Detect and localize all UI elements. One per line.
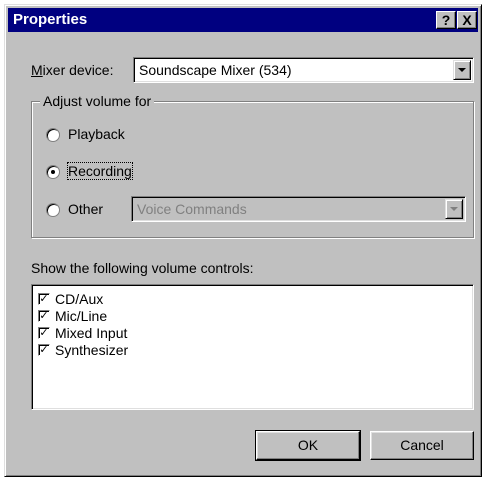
list-item-label: CD/Aux (55, 291, 104, 307)
radio-recording-indicator[interactable] (46, 165, 60, 179)
radio-recording[interactable]: Recording (46, 162, 166, 182)
chevron-down-icon (458, 68, 466, 72)
chevron-down-icon (450, 207, 458, 211)
cancel-button[interactable]: Cancel (370, 431, 474, 460)
radio-recording-label[interactable]: Recording (67, 162, 133, 180)
volume-controls-list[interactable]: ✓ CD/Aux ✓ Mic/Line ✓ Mixed Input ✓ Synt… (31, 284, 474, 410)
mixer-device-label: Mixer device: (31, 62, 113, 78)
other-device-value: Voice Commands (137, 201, 247, 217)
radio-playback-indicator[interactable] (46, 128, 60, 142)
other-device-select[interactable]: Voice Commands (131, 196, 466, 222)
list-item-label: Mic/Line (55, 308, 108, 324)
mixer-device-select[interactable]: Soundscape Mixer (534) (133, 57, 474, 83)
help-icon: ? (441, 12, 451, 28)
checkmark-icon[interactable]: ✓ (38, 327, 50, 339)
list-item-label: Mixed Input (55, 325, 128, 341)
mixer-device-accelerator: M (31, 62, 43, 78)
list-item-label: Synthesizer (55, 342, 129, 358)
radio-other[interactable]: Other (46, 201, 126, 220)
radio-other-indicator[interactable] (46, 203, 60, 217)
volume-controls-label: Show the following volume controls: (31, 260, 254, 276)
other-device-dropdown-button[interactable] (445, 199, 463, 219)
mixer-device-value: Soundscape Mixer (534) (139, 62, 292, 78)
adjust-volume-legend: Adjust volume for (40, 93, 155, 109)
mixer-device-dropdown-button[interactable] (453, 60, 471, 80)
window-title: Properties (13, 11, 88, 28)
checkmark-icon[interactable]: ✓ (38, 293, 50, 305)
mixer-device-label-text: ixer device: (42, 62, 114, 78)
title-bar[interactable]: Properties ? X (8, 8, 478, 32)
help-button[interactable]: ? (436, 11, 456, 29)
checkmark-icon[interactable]: ✓ (38, 310, 50, 322)
ok-button[interactable]: OK (255, 430, 361, 461)
radio-other-label[interactable]: Other (68, 201, 103, 217)
checkmark-icon[interactable]: ✓ (38, 344, 50, 356)
radio-playback-label[interactable]: Playback (68, 126, 125, 142)
close-button[interactable]: X (457, 11, 477, 29)
radio-playback[interactable]: Playback (46, 126, 166, 145)
close-icon: X (462, 12, 472, 28)
